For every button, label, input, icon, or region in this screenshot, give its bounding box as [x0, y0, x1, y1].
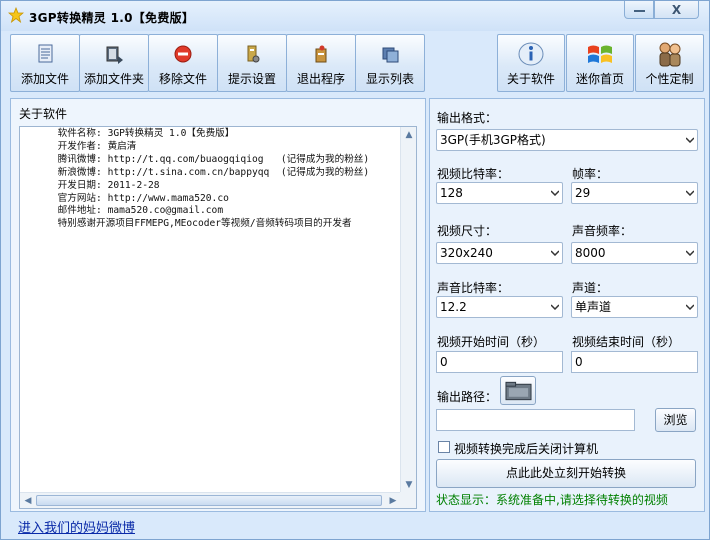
start-time-label: 视频开始时间（秒） — [437, 335, 546, 349]
weibo-link[interactable]: 进入我们的妈妈微博 — [18, 517, 135, 536]
about-panel: 关于软件 软件名称: 3GP转换精灵 1.0【免费版】 开发作者: 黄启清 腾讯… — [10, 98, 426, 512]
frame-rate-value: 29 — [575, 186, 591, 200]
star-icon — [8, 7, 24, 23]
chevron-down-icon — [686, 137, 694, 143]
horizontal-scroll-thumb[interactable] — [36, 495, 382, 506]
about-line: 开发日期: 2011-2-28 — [23, 179, 160, 191]
remove-icon — [174, 45, 192, 63]
about-textbox[interactable]: 软件名称: 3GP转换精灵 1.0【免费版】 开发作者: 黄启清 腾讯微博: h… — [19, 126, 417, 509]
about-line: 软件名称: 3GP转换精灵 1.0【免费版】 — [23, 128, 235, 139]
chevron-down-icon — [686, 190, 694, 196]
chevron-down-icon — [551, 250, 559, 256]
audio-frequency-select[interactable]: 8000 — [571, 242, 698, 264]
end-time-label: 视频结束时间（秒） — [572, 335, 681, 349]
browse-button[interactable]: 浏览 — [655, 408, 696, 432]
chevron-down-icon — [551, 304, 559, 310]
exit-button[interactable]: 退出程序 — [286, 34, 356, 92]
chevron-down-icon — [686, 250, 694, 256]
info-icon — [518, 42, 544, 66]
channel-select[interactable]: 单声道 — [571, 296, 698, 318]
horizontal-scrollbar[interactable]: ◀ ▶ — [20, 492, 401, 508]
scroll-corner — [400, 492, 416, 508]
shutdown-checkbox[interactable] — [438, 441, 450, 453]
add-file-label: 添加文件 — [20, 72, 69, 86]
add-file-button[interactable]: 添加文件 — [10, 34, 80, 92]
minimize-button[interactable] — [624, 1, 654, 19]
frame-rate-select[interactable]: 29 — [571, 182, 698, 204]
vertical-scrollbar[interactable]: ▲ ▼ — [400, 127, 416, 493]
remove-file-label: 移除文件 — [158, 72, 207, 86]
video-size-value: 320x240 — [440, 246, 493, 260]
about-line: 开发作者: 黄启清 — [23, 140, 137, 152]
video-bitrate-select[interactable]: 128 — [436, 182, 563, 204]
video-size-select[interactable]: 320x240 — [436, 242, 563, 264]
audio-frequency-label: 声音频率： — [572, 224, 633, 238]
about-button[interactable]: 关于软件 — [497, 34, 565, 92]
people-icon — [659, 42, 680, 67]
scroll-left-icon[interactable]: ◀ — [20, 493, 36, 509]
channel-value: 单声道 — [575, 300, 612, 314]
about-line: 邮件地址: mama520.co@gmail.com — [23, 205, 224, 217]
customize-button[interactable]: 个性定制 — [635, 34, 704, 92]
video-bitrate-label: 视频比特率： — [437, 167, 510, 181]
output-path-input[interactable] — [436, 409, 635, 431]
settings-panel: 输出格式： 3GP(手机3GP格式) 视频比特率： 128 帧率： 29 视频尺… — [429, 98, 705, 512]
status-text: 状态显示：系统准备中,请选择待转换的视频 — [436, 493, 668, 507]
about-panel-title: 关于软件 — [19, 107, 68, 121]
audio-frequency-value: 8000 — [575, 246, 606, 260]
tips-settings-label: 提示设置 — [227, 72, 276, 86]
channel-label: 声道： — [572, 281, 609, 295]
document-icon — [38, 44, 53, 63]
remove-file-button[interactable]: 移除文件 — [148, 34, 218, 92]
frame-rate-label: 帧率： — [572, 167, 609, 181]
output-path-label: 输出路径： — [437, 390, 498, 404]
folder-icon — [505, 381, 532, 401]
show-list-button[interactable]: 显示列表 — [355, 34, 425, 92]
mini-home-button[interactable]: 迷你首页 — [566, 34, 634, 92]
mini-home-label: 迷你首页 — [575, 72, 624, 86]
folder-add-icon — [106, 46, 123, 64]
output-format-label: 输出格式： — [437, 111, 498, 125]
add-folder-label: 添加文件夹 — [83, 72, 144, 86]
start-time-input[interactable]: 0 — [436, 351, 563, 373]
end-time-input[interactable]: 0 — [571, 351, 698, 373]
show-list-label: 显示列表 — [365, 72, 414, 86]
chevron-down-icon — [551, 190, 559, 196]
output-format-select[interactable]: 3GP(手机3GP格式) — [436, 129, 698, 151]
video-bitrate-value: 128 — [440, 186, 463, 200]
scroll-down-icon[interactable]: ▼ — [401, 477, 417, 493]
shutdown-checkbox-label: 视频转换完成后关闭计算机 — [454, 442, 599, 456]
exit-label: 退出程序 — [296, 72, 345, 86]
about-line: 腾讯微博: http://t.qq.com/buaogqiqiog (记得成为我… — [23, 153, 370, 165]
about-label: 关于软件 — [506, 72, 555, 86]
add-folder-button[interactable]: 添加文件夹 — [79, 34, 149, 92]
output-format-value: 3GP(手机3GP格式) — [440, 133, 546, 147]
title-bar[interactable]: 3GP转换精灵 1.0【免费版】 X — [1, 1, 709, 31]
scroll-right-icon[interactable]: ▶ — [385, 493, 401, 509]
app-window: 3GP转换精灵 1.0【免费版】 X 添加文件 添加文件夹 移除文件 提示设置 … — [0, 0, 710, 540]
exit-icon — [315, 45, 327, 63]
about-line: 新浪微博: http://t.sina.com.cn/bappyqq (记得成为… — [23, 166, 370, 178]
about-text: 软件名称: 3GP转换精灵 1.0【免费版】 开发作者: 黄启清 腾讯微博: h… — [20, 127, 401, 492]
about-line: 特别感谢开源项目FFMEPG,MEocoder等视频/音频转码项目的开发者 — [23, 218, 352, 230]
audio-bitrate-label: 声音比特率： — [437, 281, 510, 295]
windows-logo-icon — [588, 45, 612, 63]
list-icon — [382, 47, 399, 63]
tips-settings-button[interactable]: 提示设置 — [217, 34, 287, 92]
scroll-up-icon[interactable]: ▲ — [401, 127, 417, 143]
open-folder-button[interactable] — [500, 376, 536, 405]
close-button[interactable]: X — [654, 1, 699, 19]
audio-bitrate-select[interactable]: 12.2 — [436, 296, 563, 318]
chevron-down-icon — [686, 304, 694, 310]
settings-icon — [247, 45, 260, 63]
start-convert-button[interactable]: 点此此处立刻开始转换 — [436, 459, 696, 488]
customize-label: 个性定制 — [645, 72, 694, 86]
window-title: 3GP转换精灵 1.0【免费版】 — [29, 11, 195, 25]
video-size-label: 视频尺寸： — [437, 224, 498, 238]
about-line: 官方网站: http://www.mama520.co — [23, 192, 229, 204]
audio-bitrate-value: 12.2 — [440, 300, 467, 314]
